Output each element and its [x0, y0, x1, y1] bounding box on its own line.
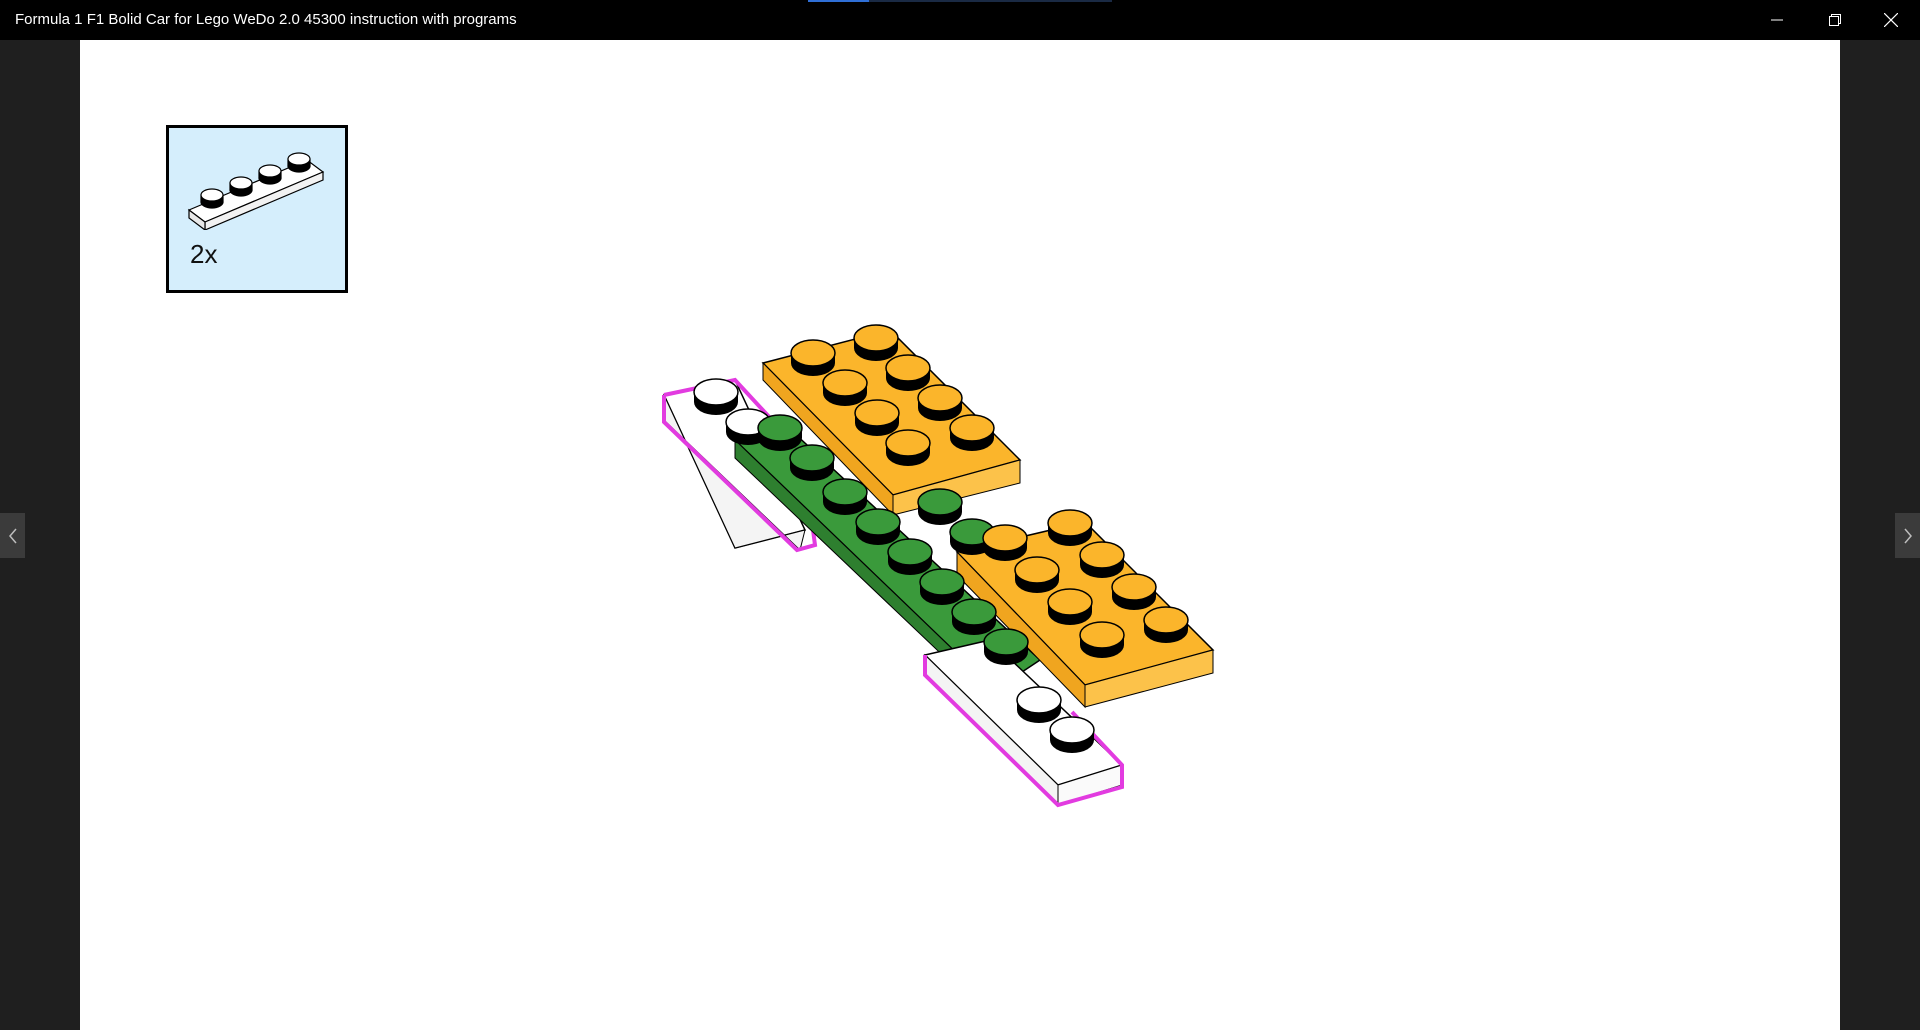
green-stud	[983, 628, 1029, 665]
orange-stud	[854, 399, 900, 436]
orange-stud	[1047, 509, 1093, 546]
white-stud	[1016, 686, 1062, 723]
orange-stud	[1143, 606, 1189, 643]
previous-page-button[interactable]	[0, 513, 25, 558]
orange-stud	[1014, 556, 1060, 593]
orange-stud	[885, 429, 931, 466]
orange-stud	[885, 354, 931, 391]
orange-stud	[1047, 588, 1093, 625]
green-stud	[951, 598, 997, 635]
white-stud	[1049, 716, 1095, 753]
orange-stud	[1079, 541, 1125, 578]
green-stud	[757, 414, 803, 451]
orange-stud	[1079, 621, 1125, 658]
green-stud	[789, 444, 835, 481]
chevron-left-icon	[8, 528, 17, 543]
orange-stud	[917, 384, 963, 421]
orange-stud	[949, 414, 995, 451]
chevron-right-icon	[1903, 528, 1912, 543]
green-stud	[887, 538, 933, 575]
green-stud	[822, 478, 868, 515]
orange-stud	[822, 369, 868, 406]
orange-stud	[1111, 573, 1157, 610]
next-page-button[interactable]	[1895, 513, 1920, 558]
lego-model-illustration	[662, 324, 1215, 808]
orange-stud	[853, 324, 899, 361]
green-stud	[855, 508, 901, 545]
orange-stud	[982, 524, 1028, 561]
green-stud	[917, 488, 963, 525]
orange-stud	[790, 339, 836, 376]
green-stud	[919, 568, 965, 605]
white-stud	[693, 378, 739, 415]
